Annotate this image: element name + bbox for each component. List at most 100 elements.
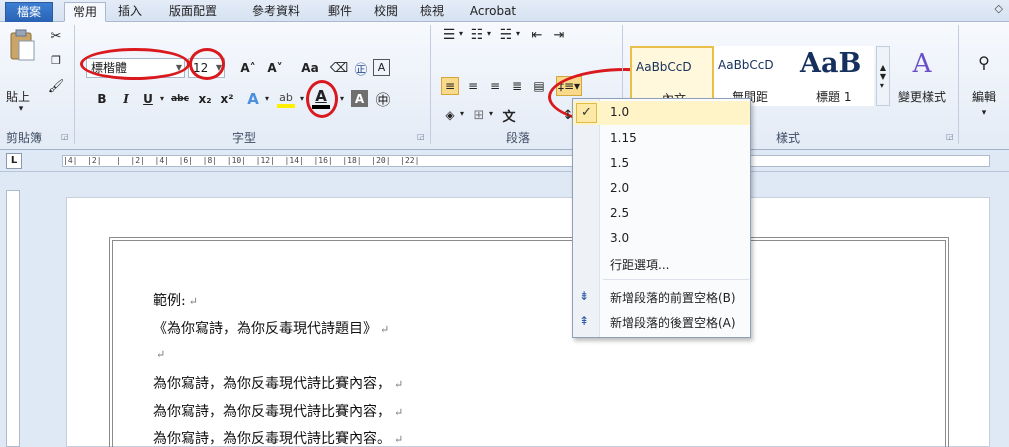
bullets-icon[interactable]: ☰ — [440, 26, 458, 44]
styles-scroll-icon[interactable]: ▲ ▼ ▾ — [876, 46, 890, 106]
paragraph-group-label: 段落 — [506, 131, 531, 145]
tab-home[interactable]: 常用 — [64, 2, 106, 22]
add-space-before-item[interactable]: ⇟ 新增段落的前置空格(B) — [573, 285, 750, 309]
phonetic-guide-button[interactable]: ㊣ — [352, 59, 370, 78]
clipboard-launcher-icon[interactable]: ◲ — [61, 132, 69, 141]
line-spacing-option[interactable]: 1.5 — [573, 152, 750, 176]
chevron-down-icon[interactable]: ▾ — [157, 94, 167, 103]
chevron-down-icon[interactable]: ▾ — [487, 109, 495, 118]
clear-formatting-icon[interactable]: ⌫ — [330, 59, 348, 77]
tab-mailings[interactable]: 郵件 — [322, 2, 358, 22]
character-shading-button[interactable]: A — [351, 90, 368, 107]
copy-icon[interactable]: ❐ — [48, 52, 64, 68]
justify-icon[interactable]: ≣ — [508, 77, 526, 95]
space-after-icon: ⇞ — [579, 314, 590, 328]
style-heading-1-name: 標題 1 — [816, 90, 852, 104]
line-spacing-option[interactable]: 2.0 — [573, 177, 750, 201]
paste-dropdown-icon[interactable]: ▾ — [14, 104, 28, 114]
line-spacing-menu: ✓ 1.0 1.15 1.5 2.0 2.5 3.0 行距選項... ⇟ 新增段… — [572, 98, 751, 338]
asian-layout-icon[interactable]: 文 — [500, 106, 518, 125]
doc-line[interactable]: 範例: ↵ — [153, 290, 198, 310]
tab-review[interactable]: 校閱 — [368, 2, 404, 22]
align-center-icon[interactable]: ≡ — [464, 77, 482, 95]
cut-icon[interactable]: ✂ — [48, 28, 64, 44]
tab-insert[interactable]: 插入 — [112, 2, 148, 22]
chevron-down-icon[interactable]: ▾ — [297, 94, 307, 103]
tab-file[interactable]: 檔案 — [5, 2, 53, 22]
vertical-ruler[interactable] — [6, 190, 20, 447]
line-spacing-option[interactable]: 1.15 — [573, 127, 750, 151]
chevron-down-icon[interactable]: ▼ — [176, 59, 182, 77]
shrink-font-button[interactable]: A˅ — [262, 59, 288, 77]
strikethrough-button[interactable]: abc — [168, 90, 192, 108]
change-case-button[interactable]: Aa — [292, 59, 328, 77]
multilevel-list-icon[interactable]: ☵ — [497, 26, 515, 44]
style-normal[interactable]: AaBbCcD 內文 — [630, 46, 714, 106]
doc-line[interactable]: 《為你寫詩，為你反毒現代詩題目》 ↵ — [153, 318, 389, 338]
change-styles-button[interactable]: 變更樣式 — [898, 88, 946, 105]
document-page[interactable]: 範例: ↵ 《為你寫詩，為你反毒現代詩題目》 ↵ ↵ 為你寫詩，為你反毒現代詩比賽內… — [66, 197, 990, 447]
superscript-button[interactable]: x² — [218, 90, 236, 108]
font-size-combo[interactable]: 12 ▼ — [188, 58, 225, 78]
borders-icon[interactable]: ⊞ — [470, 106, 488, 124]
doc-line[interactable]: 為你寫詩，為你反毒現代詩比賽內容。 ↵ — [153, 428, 403, 447]
doc-line[interactable]: 為你寫詩，為你反毒現代詩比賽內容， ↵ — [153, 401, 403, 421]
font-launcher-icon[interactable]: ◲ — [417, 132, 425, 141]
chevron-down-icon[interactable]: ▾ — [978, 108, 990, 118]
paste-button[interactable]: 貼上 — [6, 88, 30, 105]
tab-view[interactable]: 檢視 — [414, 2, 450, 22]
tab-selector[interactable]: L — [6, 153, 22, 169]
add-space-before-label: 新增段落的前置空格(B) — [610, 291, 736, 305]
text-effects-icon[interactable]: A — [244, 89, 262, 109]
increase-indent-icon[interactable]: ⇥ — [550, 26, 568, 44]
ruler-scale[interactable]: |4| |2| | |2| |4| |6| |8| |10| |12| |14|… — [62, 155, 990, 167]
grow-font-button[interactable]: A˄ — [234, 59, 262, 77]
chevron-down-icon[interactable]: ▾ — [337, 94, 347, 103]
editing-button[interactable]: 編輯 — [972, 88, 996, 105]
shading-icon[interactable]: ◈ — [441, 106, 459, 124]
doc-line-text: 為你寫詩，為你反毒現代詩比賽內容。 — [153, 431, 391, 447]
add-space-after-item[interactable]: ⇞ 新增段落的後置空格(A) — [573, 310, 750, 334]
chevron-down-icon[interactable]: ▾ — [458, 109, 466, 118]
tab-references[interactable]: 參考資料 — [240, 2, 312, 22]
style-heading-1[interactable]: AaB 標題 1 — [794, 46, 874, 106]
line-spacing-option-label: 1.5 — [610, 156, 630, 170]
distributed-icon[interactable]: ▤ — [530, 77, 548, 95]
tab-acrobat[interactable]: Acrobat — [462, 2, 524, 22]
character-border-icon[interactable]: A — [373, 59, 390, 76]
doc-line[interactable]: 為你寫詩，為你反毒現代詩比賽內容， ↵ — [153, 373, 403, 393]
paragraph-mark-icon: ↵ — [394, 433, 404, 446]
bold-button[interactable]: B — [94, 90, 110, 108]
tab-page-layout[interactable]: 版面配置 — [157, 2, 229, 22]
underline-button[interactable]: U — [140, 90, 156, 108]
line-spacing-button[interactable]: ‡≡▾ — [556, 76, 582, 96]
line-spacing-option[interactable]: 2.5 — [573, 202, 750, 226]
paste-icon[interactable] — [6, 28, 38, 64]
align-left-icon[interactable]: ≡ — [441, 77, 459, 95]
change-styles-icon[interactable]: A — [908, 49, 936, 79]
subscript-button[interactable]: x₂ — [196, 90, 214, 108]
styles-launcher-icon[interactable]: ◲ — [946, 132, 954, 141]
align-right-icon[interactable]: ≡ — [486, 77, 504, 95]
chevron-down-icon[interactable]: ▾ — [262, 94, 272, 103]
numbering-icon[interactable]: ☷ — [468, 26, 486, 44]
chevron-down-icon[interactable]: ▾ — [514, 29, 522, 38]
chevron-down-icon[interactable]: ▼ — [216, 59, 222, 77]
enclose-characters-button[interactable]: ㊥ — [372, 88, 394, 110]
chevron-down-icon[interactable]: ▾ — [485, 29, 493, 38]
chevron-down-icon[interactable]: ▾ — [457, 29, 465, 38]
line-spacing-option[interactable]: 3.0 — [573, 227, 750, 251]
menu-divider — [603, 279, 749, 280]
minimize-ribbon-icon[interactable]: ◇ — [995, 2, 1003, 15]
font-name-combo[interactable]: 標楷體 ▼ — [86, 58, 185, 78]
decrease-indent-icon[interactable]: ⇤ — [528, 26, 546, 44]
highlight-color-icon[interactable]: ab — [276, 88, 296, 110]
style-no-spacing[interactable]: AaBbCcD 無間距 — [714, 46, 794, 106]
binoculars-icon[interactable]: ⚲ — [972, 50, 996, 74]
line-spacing-option[interactable]: ✓ 1.0 — [573, 101, 750, 125]
doc-line[interactable]: ↵ — [153, 346, 165, 362]
line-spacing-options-item[interactable]: 行距選項... — [573, 252, 750, 276]
format-painter-icon[interactable]: 🖌 — [48, 78, 65, 94]
font-color-button[interactable]: A — [310, 86, 332, 110]
italic-button[interactable]: I — [118, 90, 134, 108]
